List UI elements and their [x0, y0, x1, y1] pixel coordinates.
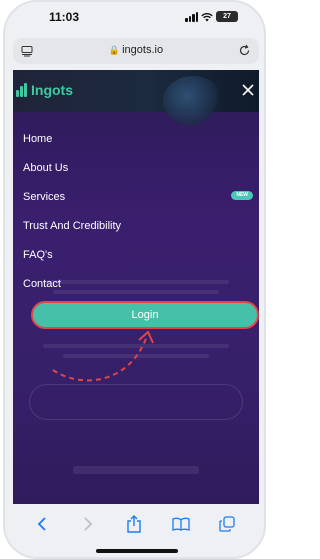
annotation-arrow-icon — [52, 330, 154, 382]
menu-item-trust-and-credibility[interactable]: Trust And Credibility — [13, 211, 259, 240]
url-field[interactable]: 🔒 ingots.io — [13, 44, 259, 56]
menu-item-faqs[interactable]: FAQ's — [13, 240, 259, 269]
status-icons: 27 — [185, 11, 238, 22]
menu-item-label: Home — [23, 132, 53, 145]
browser-toolbar — [5, 504, 264, 544]
menu-item-label: FAQ's — [23, 248, 53, 261]
nav-menu: Home About Us Services NEW Trust And Cre… — [13, 124, 259, 298]
tabs-icon[interactable] — [218, 515, 236, 533]
new-badge: NEW — [231, 191, 253, 200]
home-indicator[interactable] — [96, 549, 178, 553]
menu-item-label: Contact — [23, 277, 61, 290]
web-page: Ingots Home About Us Services NEW Trust … — [13, 70, 259, 504]
menu-item-home[interactable]: Home — [13, 124, 259, 153]
forward-icon[interactable] — [79, 515, 97, 533]
close-icon[interactable] — [241, 83, 255, 97]
status-time: 11:03 — [49, 10, 80, 24]
menu-item-services[interactable]: Services NEW — [13, 182, 259, 211]
menu-item-contact[interactable]: Contact — [13, 269, 259, 298]
menu-item-about-us[interactable]: About Us — [13, 153, 259, 182]
share-icon[interactable] — [125, 515, 143, 533]
status-bar: 11:03 27 — [5, 2, 264, 32]
menu-item-label: Trust And Credibility — [23, 219, 122, 232]
background-features-heading — [73, 466, 199, 474]
logo-bars-icon — [16, 83, 27, 97]
url-text: ingots.io — [122, 44, 164, 56]
globe-graphic — [163, 76, 223, 126]
lock-icon: 🔒 — [108, 45, 121, 55]
menu-item-label: About Us — [23, 161, 69, 174]
bookmarks-icon[interactable] — [172, 515, 190, 533]
menu-item-label: Services — [23, 190, 66, 203]
signal-icon — [185, 11, 198, 22]
login-button[interactable]: Login — [31, 301, 259, 329]
phone-frame: 11:03 27 🔒 ingots.io Ingots Home About U… — [3, 0, 266, 559]
site-logo[interactable]: Ingots — [16, 82, 73, 98]
battery-icon: 27 — [216, 11, 238, 22]
wifi-icon — [201, 12, 213, 21]
reload-icon[interactable] — [238, 44, 251, 57]
back-icon[interactable] — [33, 515, 51, 533]
site-header: Ingots — [13, 70, 259, 126]
address-bar[interactable]: 🔒 ingots.io — [13, 38, 259, 64]
logo-text: Ingots — [31, 82, 73, 98]
